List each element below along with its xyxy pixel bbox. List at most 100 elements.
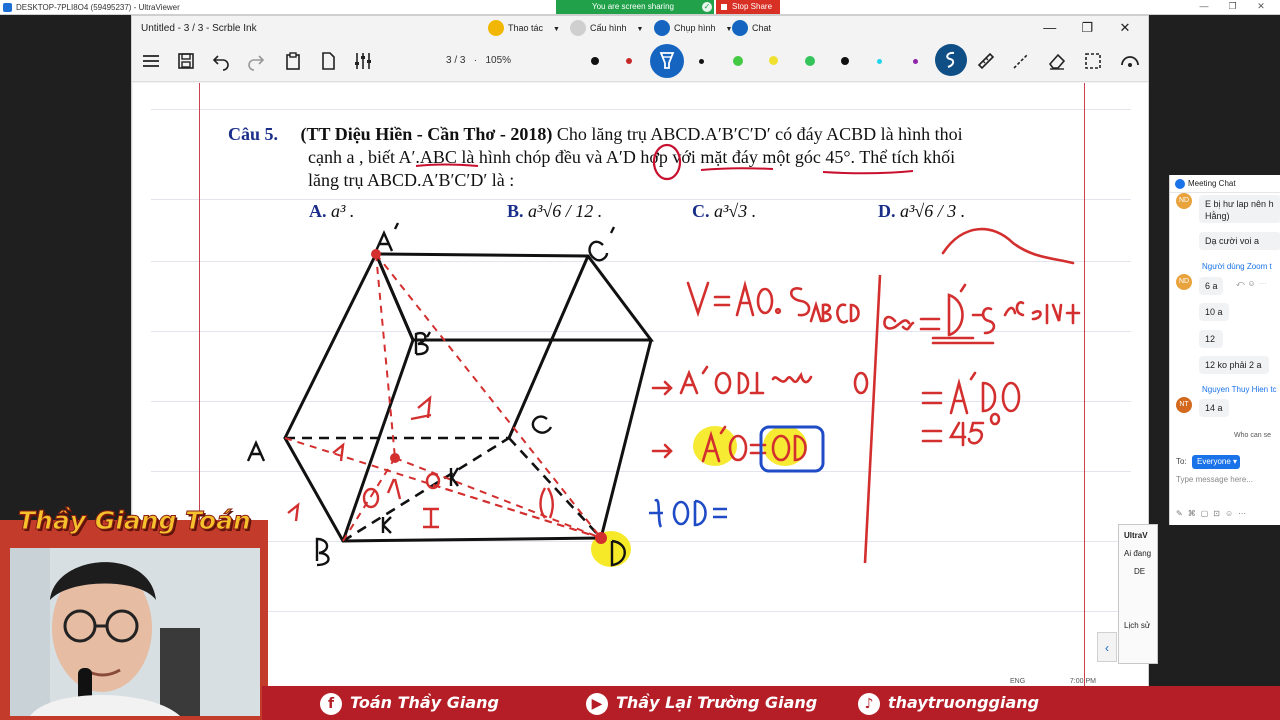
lasso-tool[interactable] xyxy=(935,44,967,76)
ultraviewer-panel-line2: DE xyxy=(1134,567,1146,576)
who-can-see-link[interactable]: Who can se xyxy=(1234,432,1271,439)
line-icon xyxy=(1013,53,1029,69)
minimize-button[interactable]: — xyxy=(1191,1,1217,11)
construction-lines xyxy=(284,253,602,542)
camera-icon xyxy=(654,20,670,36)
pen-color-cyan[interactable] xyxy=(877,59,882,64)
selection-button[interactable] xyxy=(1082,50,1104,72)
taskbar-tray: ENG 7:00 PM xyxy=(1010,678,1096,685)
screen-sharing-status: You are screen sharing xyxy=(592,2,674,11)
point-o-marker xyxy=(390,453,400,463)
language-indicator: ENG xyxy=(1010,678,1026,685)
clipboard-icon xyxy=(286,52,300,70)
ultraviewer-panel-title: UltraV xyxy=(1124,531,1148,540)
pen-color-green[interactable] xyxy=(733,56,743,66)
line-tool-button[interactable] xyxy=(1010,50,1032,72)
youtube-label: Thầy Lại Trường Giang xyxy=(616,693,818,712)
view-mode-button[interactable] xyxy=(1119,50,1141,72)
avatar: NT xyxy=(1176,397,1192,413)
hamburger-menu-button[interactable] xyxy=(140,50,162,72)
pen-color-red[interactable] xyxy=(626,58,632,64)
point-d-marker xyxy=(595,532,607,544)
screen-sharing-banner: You are screen sharing ✓ xyxy=(556,0,714,14)
chat-message: 12 ko phải 2 a xyxy=(1199,356,1269,374)
restore-button[interactable]: ❐ xyxy=(1219,1,1245,12)
pen-color-black-thin[interactable] xyxy=(699,59,704,64)
new-page-button[interactable] xyxy=(317,50,339,72)
zoom-chat-icon xyxy=(1175,179,1185,189)
tiktok-label: thaytruonggiang xyxy=(888,693,1040,712)
thao-tac-menu[interactable]: Thao tác ▼ xyxy=(484,17,560,39)
thao-tac-label: Thao tác xyxy=(508,23,544,33)
pen-color-black[interactable] xyxy=(591,57,599,65)
save-icon xyxy=(178,53,194,69)
redo-icon xyxy=(248,55,265,71)
facebook-label: Toán Thầy Giang xyxy=(350,693,499,712)
recipient-dropdown[interactable]: Everyone ▾ xyxy=(1192,455,1240,469)
ink-window-controls: — ❐ ✕ xyxy=(1033,20,1142,36)
ultraviewer-panel: UltraV Ai đang DE Lịch sử xyxy=(1118,524,1158,664)
page-number: 3 / 3 xyxy=(446,55,466,66)
chat-header-title: Meeting Chat xyxy=(1188,179,1236,188)
ruler-icon xyxy=(977,52,995,70)
facebook-link[interactable]: f Toán Thầy Giang xyxy=(320,693,499,715)
youtube-link[interactable]: ▶ Thầy Lại Trường Giang xyxy=(586,693,818,715)
ultraviewer-panel-line3: Lịch sử xyxy=(1124,621,1151,630)
eraser-button[interactable] xyxy=(1046,50,1068,72)
webcam-frame xyxy=(0,520,268,720)
undo-button[interactable] xyxy=(210,50,232,72)
chat-toolbar[interactable]: ✎⌘▢⊡☺⋯ xyxy=(1176,509,1251,518)
pen-color-black-2[interactable] xyxy=(841,57,849,65)
divider-ink xyxy=(863,274,882,564)
tiktok-icon: ♪ xyxy=(858,693,880,715)
recipient-value: Everyone xyxy=(1197,457,1231,466)
chat-label: Chat xyxy=(752,23,772,33)
chat-header: Meeting Chat xyxy=(1170,175,1280,193)
ink-minimize-button[interactable]: — xyxy=(1033,20,1067,35)
zoom-level: 105% xyxy=(485,55,512,66)
social-banner: f Toán Thầy Giang ▶ Thầy Lại Trường Gian… xyxy=(262,686,1280,720)
eraser-icon xyxy=(1048,53,1066,70)
chat-bubble-icon xyxy=(732,20,748,36)
underline-ink xyxy=(822,170,914,175)
collapse-arrow-icon[interactable]: ‹ xyxy=(1097,632,1117,662)
highlighter-icon xyxy=(659,52,675,69)
pen-color-yellow[interactable] xyxy=(769,56,778,65)
sliders-icon xyxy=(355,53,371,69)
presenter-brand: Thầy Giang Toán xyxy=(18,506,252,536)
ink-titlebar: Untitled - 3 / 3 - Scrble Ink Thao tác ▼ … xyxy=(132,16,1148,42)
chat-menu[interactable]: Chat xyxy=(728,17,788,39)
paste-button[interactable] xyxy=(282,50,304,72)
pen-color-purple[interactable] xyxy=(913,59,918,64)
avatar: ND xyxy=(1176,193,1192,209)
stop-share-button[interactable]: Stop Share xyxy=(716,0,780,14)
highlighter-tool-active[interactable] xyxy=(650,44,684,78)
ultraviewer-window-controls: — ❐ ✕ xyxy=(1191,1,1274,12)
to-label: To: xyxy=(1176,457,1187,466)
prism-edges xyxy=(283,252,654,543)
handwriting-layer xyxy=(246,143,1081,567)
redo-button[interactable] xyxy=(245,50,267,72)
ruler-button[interactable] xyxy=(975,50,997,72)
close-button[interactable]: ✕ xyxy=(1248,1,1274,12)
save-button[interactable] xyxy=(175,50,197,72)
pencil-icon xyxy=(488,20,504,36)
chat-message: 10 a xyxy=(1199,303,1229,321)
ink-close-button[interactable]: ✕ xyxy=(1108,20,1142,36)
ink-canvas[interactable]: Câu 5. (TT Diệu Hiền - Cần Thơ - 2018) C… xyxy=(133,83,1148,691)
gear-icon xyxy=(570,20,586,36)
settings-sliders-button[interactable] xyxy=(352,50,374,72)
pen-color-bright-green[interactable] xyxy=(805,56,815,66)
chat-message-input[interactable]: Type message here... xyxy=(1176,475,1276,484)
undo-icon xyxy=(212,55,229,71)
chup-hinh-label: Chụp hình xyxy=(674,23,716,33)
chevron-down-icon: ▼ xyxy=(636,26,644,33)
tiktok-link[interactable]: ♪ thaytruonggiang xyxy=(858,693,1040,715)
chat-message: 12 xyxy=(1199,330,1223,348)
cau-hinh-menu[interactable]: Cấu hình ▼ xyxy=(566,17,646,39)
scrble-ink-window: Untitled - 3 / 3 - Scrble Ink Thao tác ▼ … xyxy=(131,15,1149,691)
ink-maximize-button[interactable]: ❐ xyxy=(1070,20,1104,36)
meeting-chat-panel: Meeting Chat ND E bị hư lap nên h Hằng) … xyxy=(1169,175,1280,525)
message-actions[interactable]: ⤺☺⋯ xyxy=(1236,279,1270,289)
document-title: Untitled - 3 / 3 - Scrble Ink xyxy=(141,23,257,34)
